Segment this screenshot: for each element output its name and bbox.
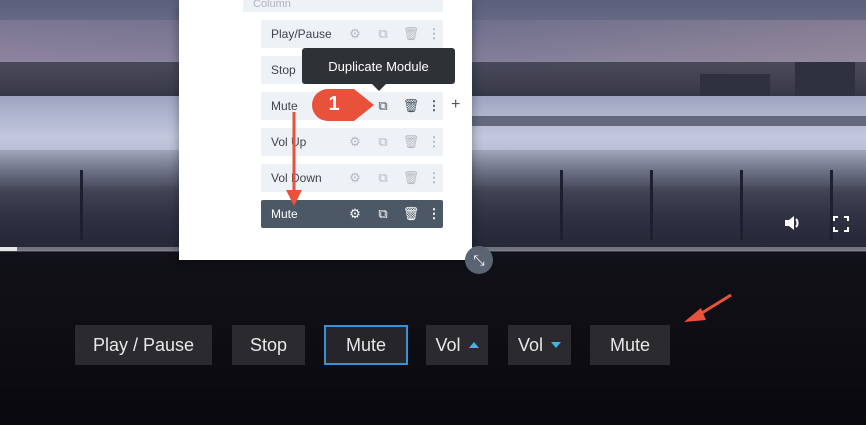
module-label: Vol Up: [271, 135, 307, 149]
trash-icon[interactable]: 🗑: [397, 164, 425, 192]
tooltip-text: Duplicate Module: [328, 58, 429, 74]
vol-down-button[interactable]: Vol: [508, 325, 571, 365]
more-icon[interactable]: ⋮: [425, 164, 443, 192]
fence-post: [80, 170, 83, 240]
more-icon[interactable]: ⋮: [425, 92, 443, 120]
module-row-mute-copy[interactable]: Mute ⚙ ⧉ 🗑 ⋮: [261, 200, 443, 228]
duplicate-icon[interactable]: ⧉: [369, 164, 397, 192]
resize-handle-icon[interactable]: ⤡: [465, 246, 493, 274]
duplicate-icon[interactable]: ⧉: [369, 128, 397, 156]
module-row-play-pause[interactable]: Play/Pause ⚙ ⧉ 🗑 ⋮: [261, 20, 443, 48]
vol-down-label: Vol: [517, 334, 544, 355]
gear-icon[interactable]: ⚙: [341, 200, 369, 228]
volume-icon[interactable]: [784, 215, 802, 235]
duplicate-icon[interactable]: ⧉: [369, 20, 397, 48]
building: [795, 62, 855, 98]
fence-post: [740, 170, 743, 240]
more-icon[interactable]: ⋮: [425, 20, 443, 48]
module-label: Vol Down: [271, 171, 322, 185]
add-module-icon[interactable]: +: [451, 96, 465, 116]
road: [470, 116, 866, 126]
gear-icon[interactable]: ⚙: [341, 20, 369, 48]
module-label: Mute: [271, 207, 298, 221]
more-icon[interactable]: ⋮: [425, 128, 443, 156]
module-label: Play/Pause: [271, 27, 332, 41]
mute-duplicate-button[interactable]: Mute: [590, 325, 670, 365]
fullscreen-icon[interactable]: [833, 216, 849, 236]
column-label: Column: [253, 0, 291, 10]
gear-icon[interactable]: ⚙: [341, 128, 369, 156]
fence-post: [560, 170, 563, 240]
duplicate-module-tooltip: Duplicate Module: [302, 48, 455, 84]
vol-up-button[interactable]: Vol: [426, 325, 488, 365]
duplicate-icon[interactable]: ⧉: [369, 200, 397, 228]
trash-icon[interactable]: 🗑: [397, 92, 425, 120]
more-icon[interactable]: ⋮: [425, 200, 443, 228]
gear-icon[interactable]: ⚙: [341, 164, 369, 192]
trash-icon[interactable]: 🗑: [397, 200, 425, 228]
video-progress-fill: [0, 247, 18, 251]
play-pause-label: Play / Pause: [92, 334, 195, 355]
callout-number: 1: [328, 92, 340, 115]
module-row-vol-down[interactable]: Vol Down ⚙ ⧉ 🗑 ⋮: [261, 164, 443, 192]
vol-up-label: Vol: [435, 334, 461, 355]
mute-label: Mute: [345, 334, 387, 355]
building: [700, 74, 770, 96]
play-pause-button[interactable]: Play / Pause: [75, 325, 212, 365]
column-row[interactable]: Column: [243, 0, 443, 12]
fence-post: [650, 170, 653, 240]
trash-icon[interactable]: 🗑: [397, 128, 425, 156]
stop-button[interactable]: Stop: [232, 325, 305, 365]
trash-icon[interactable]: 🗑: [397, 20, 425, 48]
caret-down-icon: [551, 342, 562, 348]
mute-button[interactable]: Mute: [324, 325, 408, 365]
module-row-vol-up[interactable]: Vol Up ⚙ ⧉ 🗑 ⋮: [261, 128, 443, 156]
caret-up-icon: [468, 342, 479, 348]
mute-duplicate-label: Mute: [609, 334, 651, 355]
stop-label: Stop: [249, 334, 288, 355]
